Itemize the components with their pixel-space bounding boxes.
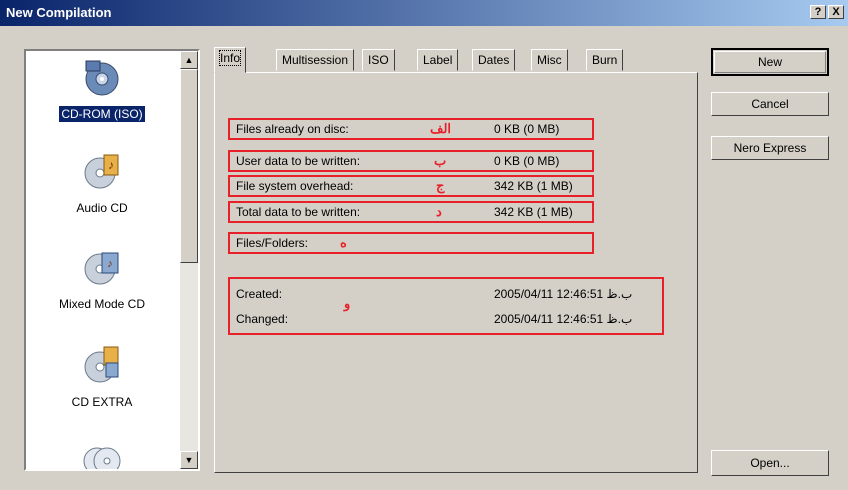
created-value: 2005/04/11 12:46:51 ب.ظ: [494, 287, 633, 301]
scroll-thumb[interactable]: [180, 69, 198, 263]
files-on-disc-row: Files already on disc: الف 0 KB (0 MB): [228, 118, 594, 140]
open-button[interactable]: Open...: [711, 450, 829, 476]
list-item-label: CD EXTRA: [71, 395, 133, 409]
list-item-cd-rom-iso[interactable]: CD-ROM (ISO): [26, 57, 178, 122]
nero-express-button[interactable]: Nero Express: [711, 136, 829, 160]
user-data-row: User data to be written: ب 0 KB (0 MB): [228, 150, 594, 172]
list-item-label: Mixed Mode CD: [58, 297, 146, 311]
new-button[interactable]: New: [711, 48, 829, 76]
new-compilation-dialog: New Compilation ? X CD-ROM (ISO) ♪ Audio…: [0, 0, 848, 490]
total-data-row: Total data to be written: د 342 KB (1 MB…: [228, 201, 594, 223]
svg-text:♪: ♪: [107, 258, 113, 270]
tab-iso[interactable]: ISO: [362, 49, 395, 71]
cd-rom-iso-icon: [85, 60, 119, 96]
copy-cd-icon: [83, 447, 121, 469]
files-on-disc-label: Files already on disc:: [236, 122, 349, 136]
info-panel: Files already on disc: الف 0 KB (0 MB) U…: [214, 72, 698, 473]
mixed-mode-cd-icon: ♪: [84, 252, 119, 285]
window-title: New Compilation: [6, 5, 112, 20]
fs-overhead-value: 342 KB (1 MB): [494, 179, 573, 193]
dates-annotation: و: [344, 296, 351, 311]
tab-burn[interactable]: Burn: [586, 49, 624, 71]
scroll-up-button[interactable]: ▲: [180, 51, 198, 69]
tab-dates[interactable]: Dates: [472, 49, 516, 71]
files-on-disc-annotation: الف: [430, 121, 452, 136]
list-item-label: CD-ROM (ISO): [59, 106, 145, 122]
tab-misc[interactable]: Misc: [531, 49, 568, 71]
fs-overhead-annotation: ج: [436, 178, 445, 193]
user-data-label: User data to be written:: [236, 154, 361, 168]
total-data-value: 342 KB (1 MB): [494, 205, 573, 219]
tab-info[interactable]: Info: [214, 47, 247, 73]
total-data-annotation: د: [436, 204, 442, 219]
list-item-label: Audio CD: [76, 201, 128, 215]
files-folders-label: Files/Folders:: [236, 236, 309, 250]
changed-value: 2005/04/11 12:46:51 ب.ظ: [494, 312, 633, 326]
created-label: Created:: [236, 287, 283, 301]
close-button[interactable]: X: [828, 5, 844, 19]
user-data-annotation: ب: [434, 153, 447, 168]
user-data-value: 0 KB (0 MB): [494, 154, 560, 168]
files-folders-annotation: ه: [340, 235, 347, 250]
files-folders-row: Files/Folders: ه: [228, 232, 594, 254]
list-scrollbar[interactable]: ▲ ▼: [180, 51, 198, 469]
cd-extra-icon: [84, 346, 119, 383]
title-bar: New Compilation ? X: [0, 0, 848, 26]
files-on-disc-value: 0 KB (0 MB): [494, 122, 560, 136]
svg-text:♪: ♪: [108, 158, 114, 172]
compilation-type-list[interactable]: CD-ROM (ISO) ♪ Audio CD ♪ Mixed Mode CD …: [24, 49, 200, 471]
help-button[interactable]: ?: [810, 5, 826, 19]
list-item-audio-cd[interactable]: ♪ Audio CD: [26, 151, 178, 216]
cancel-button[interactable]: Cancel: [711, 92, 829, 116]
tab-multisession[interactable]: Multisession: [276, 49, 355, 71]
list-item-cd-extra[interactable]: CD EXTRA: [26, 345, 178, 410]
fs-overhead-label: File system overhead:: [236, 179, 354, 193]
tab-label[interactable]: Label: [417, 49, 459, 71]
list-item-mixed-mode-cd[interactable]: ♪ Mixed Mode CD: [26, 247, 178, 312]
changed-label: Changed:: [236, 312, 289, 326]
scroll-down-button[interactable]: ▼: [180, 451, 198, 469]
total-data-label: Total data to be written:: [236, 205, 361, 219]
fs-overhead-row: File system overhead: ج 342 KB (1 MB): [228, 175, 594, 197]
list-item-copy-cd[interactable]: [26, 439, 178, 469]
audio-cd-icon: ♪: [84, 154, 119, 189]
dates-group: Created: 2005/04/11 12:46:51 ب.ظ و Chang…: [228, 277, 664, 335]
